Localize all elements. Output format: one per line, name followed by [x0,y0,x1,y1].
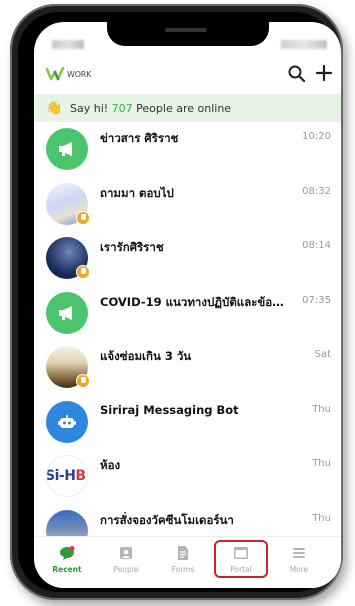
channel-avatar [46,128,88,170]
online-banner-text: Say hi! 707 People are online [70,102,231,115]
chat-time: 08:32 [302,185,331,197]
chat-time: Thu [312,458,331,469]
waving-hand-icon: 👋 [46,100,63,116]
chat-time: 08:14 [302,240,331,251]
chat-time: Thu [312,512,331,524]
chat-time: 10:20 [302,131,331,142]
status-indicators-blurred [281,40,327,49]
logo-w-icon [46,67,65,81]
nav-forms[interactable]: Forms [158,545,208,574]
si-hb-logo-accent: B [75,468,86,484]
chat-time: Sat [314,349,331,360]
nav-label: More [289,565,309,574]
document-icon [178,546,188,560]
nav-label: Forms [171,565,195,574]
status-time-blurred [52,40,84,49]
banner-prefix: Say hi! [70,101,109,115]
chat-bubble-icon [60,546,75,560]
chat-row[interactable]: เรารักศิริราช 08:14 [34,231,341,286]
chat-name: เรารักศิริราช [100,240,164,254]
app-logo: WORK [46,67,91,81]
channel-avatar [46,291,88,334]
add-icon[interactable] [313,62,335,84]
contact-card-icon [120,547,132,559]
megaphone-icon [59,305,72,320]
lock-badge-icon [76,265,90,279]
bottom-navigation: Recent People Forms Portal More [34,536,341,588]
chat-list: ข่าวสาร ศิริราช 10:20 ถามมา ตอบไป 08:32 … [34,122,341,558]
phone-notch [107,22,269,46]
nav-label: People [113,565,139,574]
chat-name: การสั่งจองวัคซีนโมเดอร์นา [100,512,234,527]
nav-recent[interactable]: Recent [42,545,92,574]
nav-label: Recent [52,565,82,574]
logo-text: WORK [67,69,92,79]
bot-avatar [46,400,88,443]
bot-icon [58,414,76,428]
app-screen: WORK 👋 Say hi! 707 People are online ข่า… [34,22,341,588]
chat-name: ถามมา ตอบไป [100,185,174,200]
si-hb-logo-text: Si-H [46,468,76,484]
chat-time: 07:35 [302,294,331,306]
si-hb-logo: Si-HB [46,468,86,484]
chat-time: Thu [312,403,331,415]
lock-badge-icon [76,374,90,388]
megaphone-icon [59,142,72,156]
online-banner[interactable]: 👋 Say hi! 707 People are online [34,94,341,122]
chat-name: ห้อง [100,458,121,472]
lock-badge-icon [76,210,90,225]
portal-highlight-box [214,540,268,578]
online-count: 707 [111,101,133,115]
chat-name: แจ้งซ่อมเกิน 3 วัน [100,349,192,363]
chat-row[interactable]: ถามมา ตอบไป 08:32 [34,177,341,232]
chat-row[interactable]: Siriraj Messaging Bot Thu [34,395,341,450]
chat-row[interactable]: ข่าวสาร ศิริราช 10:20 [34,122,341,177]
search-icon[interactable] [287,64,307,84]
chat-row[interactable]: COVID-19 แนวทางปฏิบัติและข้อมู... 07:35 [34,286,341,341]
chat-row[interactable]: Si-HB ห้อง Thu [34,449,341,504]
chat-name: ข่าวสาร ศิริราช [100,131,179,145]
nav-people[interactable]: People [101,545,151,574]
app-header: WORK [34,60,341,90]
menu-icon [293,548,305,558]
banner-suffix: People are online [136,101,232,115]
si-hb-logo-avatar: Si-HB [46,455,88,497]
chat-name: Siriraj Messaging Bot [100,402,239,417]
chat-row[interactable]: แจ้งซ่อมเกิน 3 วัน Sat [34,340,341,395]
chat-name: COVID-19 แนวทางปฏิบัติและข้อมู... [100,294,290,309]
nav-more[interactable]: More [274,545,324,574]
